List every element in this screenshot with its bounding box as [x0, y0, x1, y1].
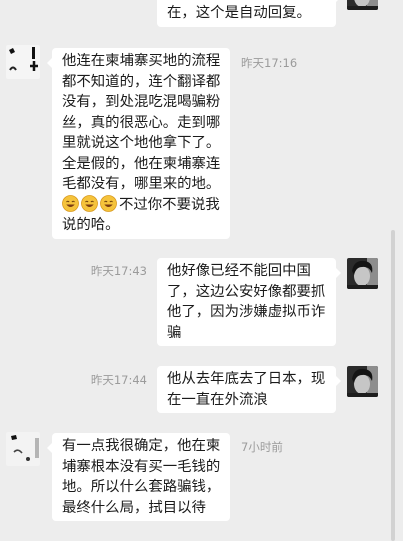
scrollbar-thumb[interactable]	[391, 230, 395, 541]
message-bubble[interactable]: 有一点我很确定，他在柬 埔寨根本没有买一毛钱的 地。所以什么套路骗钱， 最终什么…	[47, 433, 230, 521]
message-text-line: 里就说这个地他拿下了。	[62, 135, 221, 151]
message-bubble[interactable]: 他从去年底去了日本，现 在一直在外流浪	[157, 366, 341, 413]
message-text-line: 说的哈。	[62, 217, 120, 233]
grinning-face-icon	[100, 194, 117, 212]
message-text-line: 丝，真的很恶心。走到哪	[62, 114, 221, 131]
message-timestamp: 昨天17:16	[241, 56, 298, 70]
message-text-line: 他从去年底去了日本，现	[167, 371, 326, 387]
sender-avatar[interactable]	[6, 432, 40, 466]
contact-avatar[interactable]	[347, 0, 378, 10]
message-text-line: 没有，到处混吃混喝骗粉	[62, 94, 221, 110]
message-text-segment: 不过你不要说我	[119, 196, 220, 213]
message-emoji-line: 不过你不要说我	[62, 194, 220, 216]
chat-message-list[interactable]: 在，这个是自动回复。 他连在柬埔寨买地的流程 都不知道的，连个翻译都 没有，到处…	[0, 0, 403, 541]
message-bubble[interactable]: 他连在柬埔寨买地的流程 都不知道的，连个翻译都 没有，到处混吃混喝骗粉 丝，真的…	[47, 48, 230, 239]
message-text-line: 全是假的，他在柬埔寨连	[62, 155, 221, 172]
message-timestamp: 昨天17:44	[90, 373, 147, 387]
message-text-line: 地。所以什么套路骗钱，	[62, 479, 221, 495]
grinning-face-icon	[81, 194, 98, 212]
message-text-line: 他好像已经不能回中国	[167, 263, 311, 279]
contact-photo-avatar-icon	[347, 366, 378, 397]
sketch-avatar-icon	[6, 45, 40, 79]
message-timestamp: 昨天17:43	[90, 264, 147, 278]
message-text-line: 在一直在外流浪	[167, 391, 268, 408]
contact-avatar[interactable]	[347, 258, 378, 289]
contact-photo-avatar-icon	[347, 0, 378, 10]
sender-avatar[interactable]	[6, 45, 40, 79]
contact-avatar[interactable]	[347, 366, 378, 397]
message-text-line: 都不知道的，连个翻译都	[62, 73, 221, 90]
message-text-line: 最终什么局，拭目以待	[62, 499, 206, 516]
message-bubble[interactable]: 他好像已经不能回中国 了，这边公安好像都要抓 他了，因为涉嫌虚拟币诈 骗	[157, 258, 341, 346]
message-text-line: 骗	[167, 324, 182, 341]
message-bubble[interactable]: 在，这个是自动回复。	[157, 0, 341, 27]
message-text-line: 在，这个是自动回复。	[167, 5, 311, 21]
message-text-line: 了，这边公安好像都要抓	[167, 283, 326, 300]
message-text-line: 他连在柬埔寨买地的流程	[62, 53, 221, 69]
message-text-line: 他了，因为涉嫌虚拟币诈	[167, 304, 326, 320]
message-text-line: 有一点我很确定，他在柬	[62, 438, 221, 454]
contact-photo-avatar-icon	[347, 258, 378, 289]
message-text-line: 毛都没有，哪里来的地。	[62, 176, 221, 192]
grinning-face-icon	[62, 194, 79, 212]
sketch-avatar-icon	[6, 432, 40, 466]
message-text-line: 埔寨根本没有买一毛钱的	[62, 458, 221, 475]
message-timestamp: 7小时前	[241, 440, 283, 454]
